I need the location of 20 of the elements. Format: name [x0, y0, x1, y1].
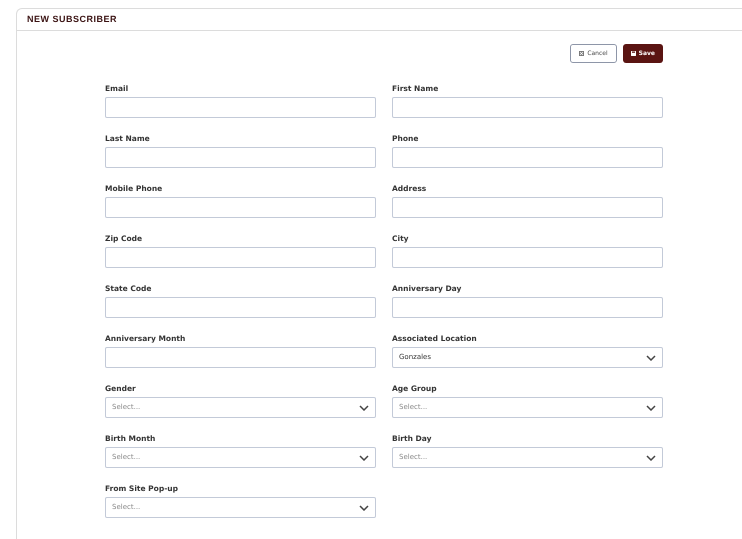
chevron-down-icon: [646, 404, 656, 410]
page-title: NEW SUBSCRIBER: [27, 12, 118, 26]
input-field[interactable]: [105, 147, 376, 168]
close-icon: [579, 51, 584, 56]
input-field[interactable]: [105, 347, 376, 368]
input-field[interactable]: [105, 297, 376, 318]
input-field[interactable]: [392, 247, 663, 268]
chevron-down-icon: [359, 404, 369, 410]
chevron-down-icon: [359, 504, 369, 510]
input-field[interactable]: [392, 297, 663, 318]
input-field[interactable]: [392, 97, 663, 118]
chevron-down-icon: [646, 354, 656, 360]
input-field[interactable]: [105, 97, 376, 118]
chevron-down-icon: [646, 454, 656, 460]
input-field[interactable]: [392, 197, 663, 218]
floppy-disk-icon: [630, 51, 636, 56]
chevron-down-icon: [359, 454, 369, 460]
input-field[interactable]: [105, 247, 376, 268]
input-field[interactable]: [105, 197, 376, 218]
input-field[interactable]: [392, 147, 663, 168]
